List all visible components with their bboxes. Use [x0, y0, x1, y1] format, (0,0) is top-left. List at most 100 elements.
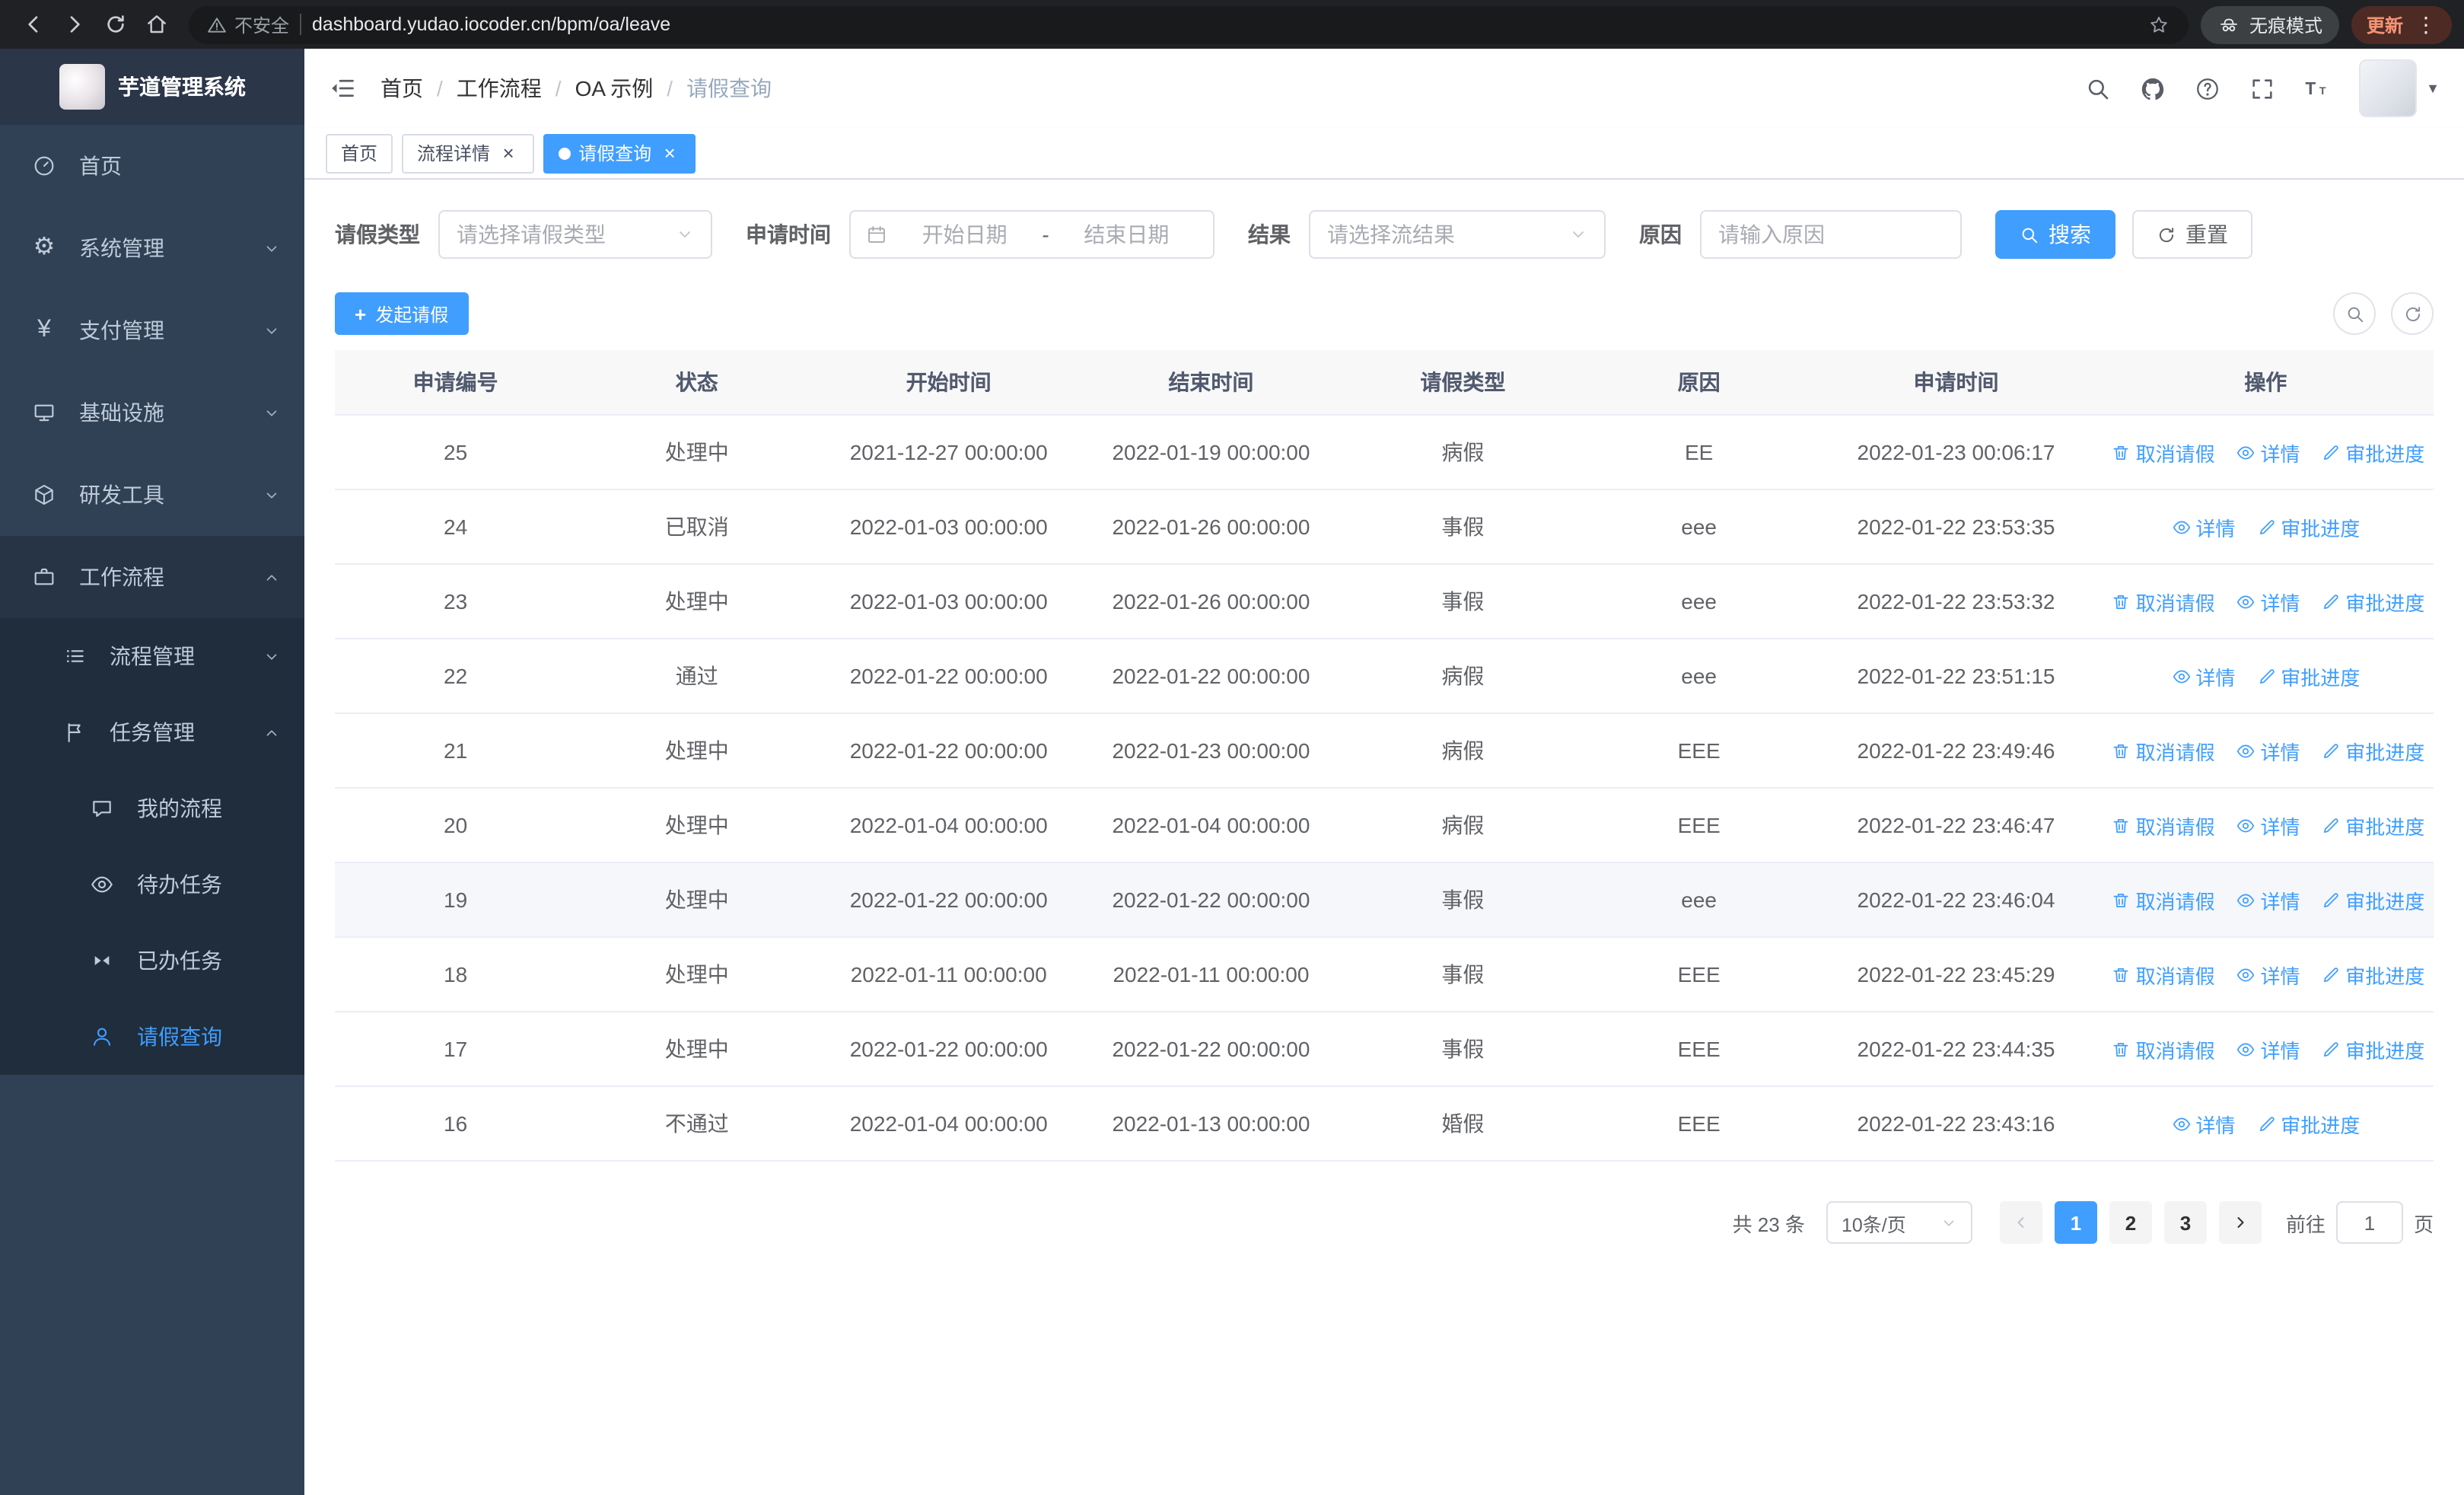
detail-link[interactable]: 详情	[2236, 811, 2300, 840]
sidebar-item-todo-tasks[interactable]: 待办任务	[0, 846, 304, 923]
next-page-button[interactable]	[2218, 1201, 2262, 1244]
column-header: 开始时间	[817, 350, 1081, 416]
docs-help-button[interactable]	[2195, 75, 2220, 101]
bookmark-star-button[interactable]	[2147, 13, 2170, 36]
detail-link[interactable]: 详情	[2171, 1109, 2235, 1138]
approval-progress-link[interactable]: 审批进度	[2321, 1034, 2424, 1063]
reload-button[interactable]	[94, 4, 135, 45]
cell-end: 2022-01-23 00:00:00	[1080, 713, 1342, 789]
cancel-leave-link[interactable]: 取消请假	[2112, 438, 2215, 467]
detail-link[interactable]: 详情	[2236, 736, 2300, 765]
tab-leave-query[interactable]: 请假查询 ×	[543, 133, 696, 173]
goto-page-input[interactable]	[2335, 1201, 2403, 1244]
approval-progress-link[interactable]: 审批进度	[2321, 885, 2424, 914]
sidebar-item-devtools[interactable]: 研发工具	[0, 454, 304, 536]
cell-apply: 2022-01-22 23:44:35	[1814, 1012, 2098, 1087]
chevron-down-icon	[263, 404, 280, 421]
sidebar-logo[interactable]: 芋道管理系统	[0, 49, 304, 125]
search-button[interactable]: 搜索	[1995, 210, 2115, 259]
approval-progress-link[interactable]: 审批进度	[2256, 661, 2360, 690]
cell-end: 2022-01-26 00:00:00	[1080, 564, 1342, 639]
apply-time-range-picker[interactable]: 开始日期 - 结束日期	[849, 210, 1214, 259]
prev-page-button[interactable]	[1999, 1201, 2042, 1244]
leave-type-select[interactable]: 请选择请假类型	[438, 210, 712, 259]
approval-progress-link[interactable]: 审批进度	[2321, 811, 2424, 840]
top-navbar: 首页 / 工作流程 / OA 示例 / 请假查询 T T ▼	[304, 49, 2464, 128]
header-search-button[interactable]	[2085, 75, 2111, 101]
approval-progress-link[interactable]: 审批进度	[2321, 960, 2424, 989]
cancel-leave-link[interactable]: 取消请假	[2112, 811, 2215, 840]
refresh-table-button[interactable]	[2391, 292, 2434, 335]
github-link[interactable]	[2140, 75, 2166, 101]
cancel-leave-link[interactable]: 取消请假	[2112, 587, 2215, 616]
page-button-3[interactable]: 3	[2163, 1201, 2207, 1244]
reason-input[interactable]	[1700, 210, 1962, 259]
cell-reason: EEE	[1583, 1012, 1815, 1087]
breadcrumb-item[interactable]: 首页	[380, 73, 423, 104]
toggle-search-button[interactable]	[2333, 292, 2376, 335]
sidebar-item-infrastructure[interactable]: 基础设施	[0, 371, 304, 454]
back-button[interactable]	[12, 4, 53, 45]
sidebar-item-process-management[interactable]: 流程管理	[0, 618, 304, 694]
detail-link[interactable]: 详情	[2171, 512, 2235, 541]
browser-menu-button[interactable]: 更新 ⋮	[2351, 5, 2452, 43]
user-menu[interactable]: ▼	[2359, 59, 2440, 117]
home-icon	[147, 15, 165, 33]
font-size-button[interactable]: TT	[2304, 75, 2330, 101]
cell-start: 2022-01-03 00:00:00	[817, 564, 1081, 639]
detail-link[interactable]: 详情	[2236, 438, 2300, 467]
breadcrumb-current: 请假查询	[686, 76, 772, 100]
sidebar-item-payment[interactable]: ¥ 支付管理	[0, 289, 304, 371]
cell-id: 21	[335, 713, 577, 789]
sidebar-item-leave-query[interactable]: 请假查询	[0, 999, 304, 1075]
eye-icon	[2173, 1117, 2190, 1130]
forward-button[interactable]	[53, 4, 94, 45]
approval-progress-link[interactable]: 审批进度	[2321, 736, 2424, 765]
page-size-select[interactable]: 10条/页	[1826, 1201, 1972, 1244]
sidebar-item-home[interactable]: 首页	[0, 125, 304, 207]
back-icon	[27, 16, 37, 33]
page-button-1[interactable]: 1	[2054, 1201, 2097, 1244]
cell-status: 处理中	[576, 788, 818, 863]
sidebar-collapse-button[interactable]	[329, 75, 356, 102]
detail-link[interactable]: 详情	[2236, 587, 2300, 616]
cancel-leave-link[interactable]: 取消请假	[2112, 736, 2215, 765]
sidebar-item-done-tasks[interactable]: 已办任务	[0, 923, 304, 999]
approval-progress-link[interactable]: 审批进度	[2321, 438, 2424, 467]
eye-icon	[2173, 520, 2190, 534]
detail-link[interactable]: 详情	[2236, 885, 2300, 914]
close-icon[interactable]: ×	[498, 142, 519, 164]
cancel-leave-link[interactable]: 取消请假	[2112, 885, 2215, 914]
approval-progress-link[interactable]: 审批进度	[2256, 512, 2360, 541]
chevron-down-icon	[263, 322, 280, 339]
create-leave-button[interactable]: + 发起请假	[335, 292, 469, 335]
close-icon[interactable]: ×	[659, 142, 680, 164]
cell-reason: eee	[1583, 564, 1815, 639]
tab-process-detail[interactable]: 流程详情 ×	[402, 133, 535, 173]
table-row: 17 处理中 2022-01-22 00:00:00 2022-01-22 00…	[335, 1012, 2434, 1087]
sidebar-item-system[interactable]: ⚙ 系统管理	[0, 207, 304, 289]
reset-button[interactable]: 重置	[2132, 210, 2252, 259]
detail-link[interactable]: 详情	[2236, 1034, 2300, 1063]
address-bar[interactable]: 不安全 dashboard.yudao.iocoder.cn/bpm/oa/le…	[189, 5, 2189, 43]
approval-progress-link[interactable]: 审批进度	[2256, 1109, 2360, 1138]
page-button-2[interactable]: 2	[2109, 1201, 2152, 1244]
sidebar-item-workflow[interactable]: 工作流程	[0, 536, 304, 618]
chevron-down-icon	[1569, 225, 1587, 244]
cell-status: 处理中	[576, 415, 818, 490]
result-select[interactable]: 请选择流结果	[1309, 210, 1606, 259]
breadcrumb-item[interactable]: OA 示例	[575, 73, 654, 104]
detail-link[interactable]: 详情	[2171, 661, 2235, 690]
tab-home[interactable]: 首页	[326, 133, 393, 173]
detail-link[interactable]: 详情	[2236, 960, 2300, 989]
sidebar-item-my-processes[interactable]: 我的流程	[0, 770, 304, 846]
cell-start: 2022-01-22 00:00:00	[817, 1012, 1081, 1087]
cancel-leave-link[interactable]: 取消请假	[2112, 1034, 2215, 1063]
sidebar-item-task-management[interactable]: 任务管理	[0, 694, 304, 770]
fullscreen-button[interactable]	[2249, 75, 2275, 101]
breadcrumb-item[interactable]: 工作流程	[457, 73, 542, 104]
security-status[interactable]: 不安全	[207, 11, 289, 37]
approval-progress-link[interactable]: 审批进度	[2321, 587, 2424, 616]
cancel-leave-link[interactable]: 取消请假	[2112, 960, 2215, 989]
home-button[interactable]	[135, 4, 177, 45]
